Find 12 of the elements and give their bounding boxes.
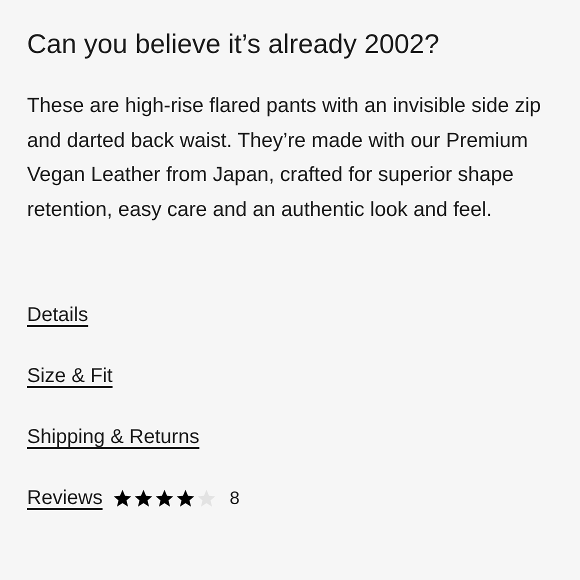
- accordion-link[interactable]: Shipping & Returns: [27, 420, 200, 455]
- star-icon: [174, 488, 196, 509]
- star-icon: [112, 488, 133, 509]
- product-title: Can you believe it’s already 2002?: [27, 28, 440, 61]
- reviews-link[interactable]: Reviews: [27, 481, 103, 516]
- product-description: These are high-rise flared pants with an invisible side zip and darted back waist. They’re made with our Premium Vegan Leather from Japan, crafted for superior shape retention, easy care and an authentic look and feel.: [27, 93, 542, 222]
- accordion-link[interactable]: Details: [27, 298, 88, 333]
- star-icon: [196, 488, 217, 509]
- star-icon: [154, 488, 175, 509]
- star-icon: [132, 488, 154, 509]
- review-count: 8: [230, 487, 240, 510]
- accordion-link[interactable]: Size & Fit: [27, 359, 113, 394]
